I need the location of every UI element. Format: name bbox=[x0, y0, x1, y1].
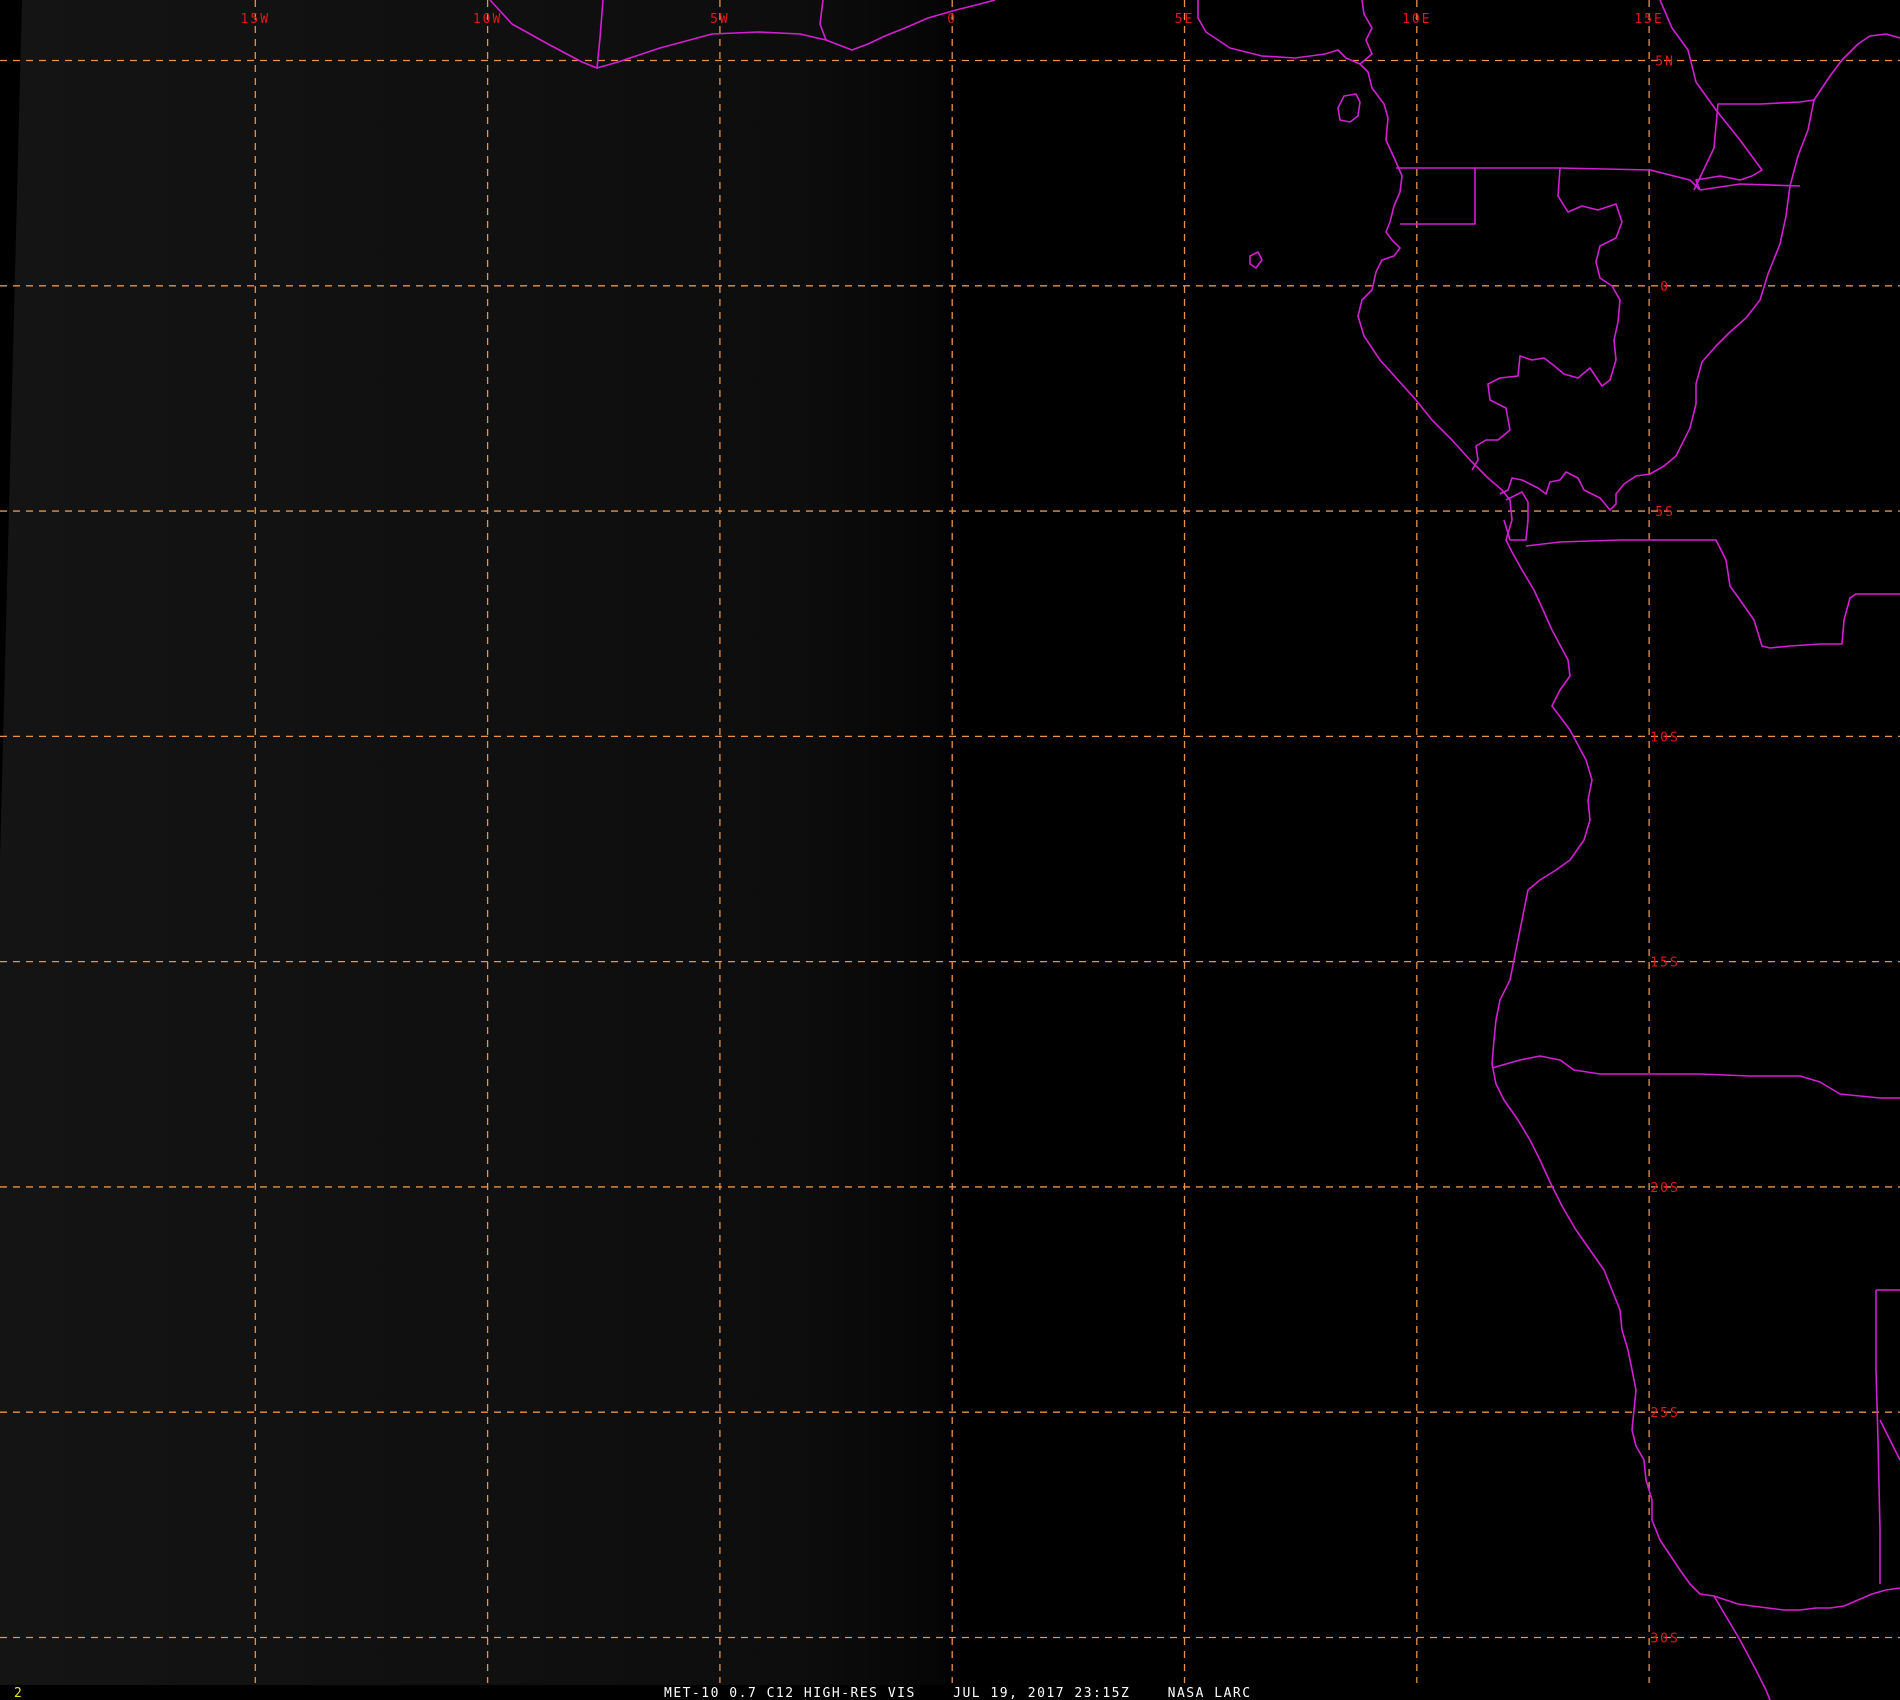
border-angola-namibia bbox=[1491, 1055, 1900, 1099]
border-bottom-east bbox=[1879, 1419, 1900, 1461]
latitude-label-20s: 20S bbox=[1650, 1181, 1679, 1196]
satellite-image-viewer: 15W 10W 5W 0 5E 10E 15E 5N 0 5S 10S 15S 20S 25S 30S 2 … bbox=[0, 0, 1900, 1700]
border-south-africa-sw bbox=[1713, 1595, 1771, 1700]
longitude-label-15w: 15W bbox=[241, 12, 270, 27]
latitude-label-30s: 30S bbox=[1650, 1631, 1679, 1646]
latitude-label-15s: 15S bbox=[1650, 956, 1679, 971]
satellite-map: 15W 10W 5W 0 5E 10E 15E5N05S10S15S20S25S30S 2 … bbox=[0, 0, 1900, 1700]
frame-number: 2 bbox=[14, 1686, 22, 1700]
longitude-label-10e: 10E bbox=[1402, 12, 1431, 27]
border-cameroon bbox=[1359, 0, 1373, 65]
border-car bbox=[1699, 183, 1801, 191]
sunlit-region bbox=[0, 0, 945, 1685]
border-cameroon-south bbox=[1475, 167, 1701, 191]
latitude-label-10s: 10S bbox=[1650, 730, 1679, 745]
latitude-label-5s: 5S bbox=[1655, 505, 1675, 520]
longitude-label-5w: 5W bbox=[710, 12, 730, 27]
longitude-label-10w: 10W bbox=[473, 12, 502, 27]
longitude-label-15e: 15E bbox=[1634, 12, 1663, 27]
border-gabon bbox=[1471, 167, 1623, 471]
image-caption: MET-10 0.7 C12 HIGH-RES VIS JUL 19, 2017… bbox=[664, 1686, 1252, 1700]
border-congo-brazzaville bbox=[1659, 0, 1763, 191]
border-equatorial-guinea bbox=[1396, 167, 1476, 225]
latitude-label-25s: 25S bbox=[1650, 1406, 1679, 1421]
coastline-central-southern-africa bbox=[1197, 0, 1900, 1611]
island-sao-tome bbox=[1249, 251, 1263, 269]
latitude-label-5n: 5N bbox=[1655, 55, 1675, 70]
border-drc-north bbox=[1813, 33, 1900, 101]
border-angola-drc bbox=[1525, 539, 1900, 649]
border-cabinda bbox=[1503, 491, 1529, 541]
border-namibia-south-africa bbox=[1875, 1290, 1881, 1584]
longitude-label-0: 0 bbox=[947, 12, 957, 27]
latitude-label-0: 0 bbox=[1660, 280, 1670, 295]
longitude-label-5e: 5E bbox=[1175, 12, 1195, 27]
island-bioko bbox=[1337, 93, 1361, 123]
border-congo-east bbox=[1499, 99, 1815, 511]
